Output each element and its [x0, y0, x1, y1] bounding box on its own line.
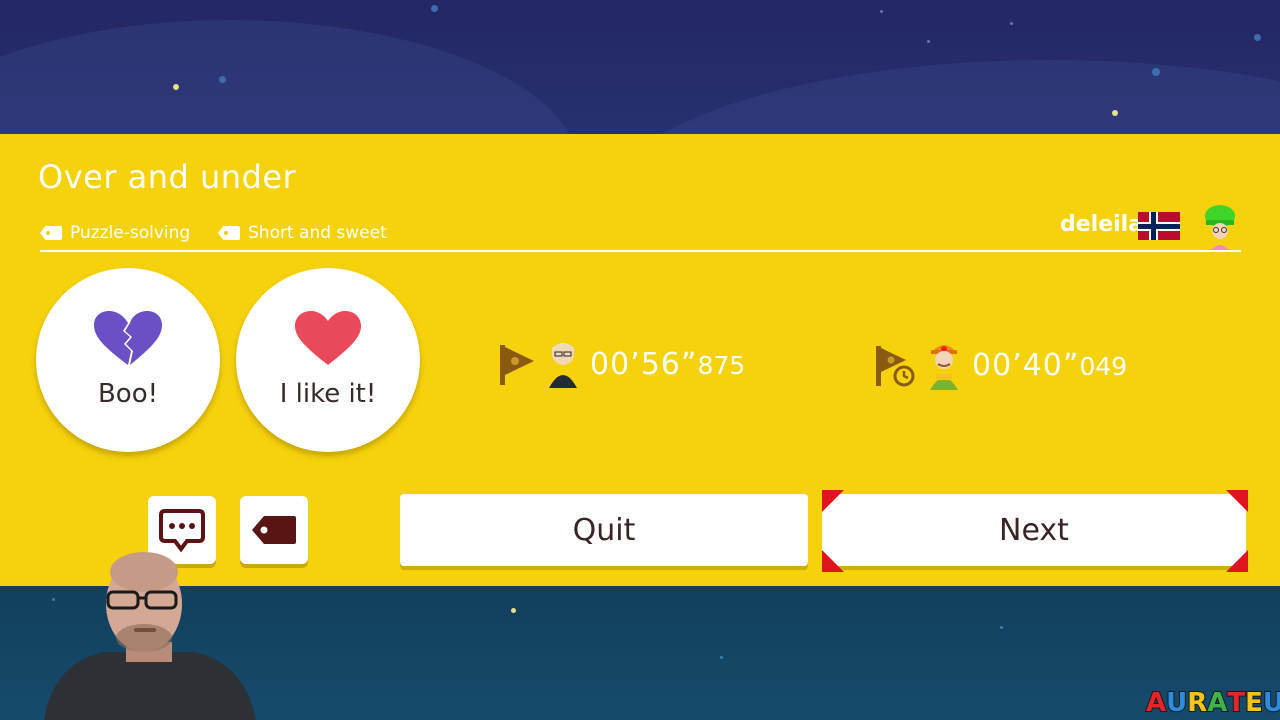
tag-label-icon [252, 516, 296, 544]
creator-avatar[interactable] [1200, 204, 1240, 252]
tag-icon [40, 226, 62, 240]
tag-icon [218, 226, 240, 240]
boo-label: Boo! [97, 379, 159, 409]
broken-heart-icon [94, 311, 162, 365]
logo-letter: T [1226, 687, 1246, 719]
world-record-time: 00’40” [972, 347, 1080, 383]
speech-bubble-icon [159, 509, 205, 553]
clear-time: 00’56” [590, 346, 698, 382]
clear-time-ms: 875 [697, 350, 746, 380]
next-label: Next [999, 512, 1069, 548]
sky-background-top [0, 0, 1280, 134]
record-holder-avatar [930, 345, 958, 390]
channel-logo: A U R A T E U R [1145, 687, 1280, 719]
level-tag: Puzzle-solving [40, 222, 190, 244]
quit-button[interactable]: Quit [400, 494, 808, 566]
webcam-overlay [44, 552, 256, 720]
tag-label: Short and sweet [248, 223, 387, 243]
world-record-time-ms: 049 [1079, 351, 1128, 381]
flag-clock-icon [876, 346, 915, 387]
logo-letter: E [1244, 687, 1264, 719]
clear-record: 00’56”875 [496, 340, 745, 388]
level-title: Over and under [38, 158, 297, 196]
norway-flag-icon [1138, 212, 1180, 240]
world-record: 00’40”049 [872, 340, 1127, 390]
player-avatar [549, 343, 577, 388]
logo-letter: U [1262, 687, 1280, 719]
like-label: I like it! [279, 379, 377, 409]
goal-flag-icon [500, 345, 534, 385]
tag-label: Puzzle-solving [70, 223, 191, 243]
heart-icon [295, 311, 361, 365]
like-button[interactable]: I like it! [236, 268, 420, 452]
title-divider [40, 250, 1241, 252]
creator-name[interactable]: deleila [1060, 212, 1143, 237]
level-tag: Short and sweet [218, 222, 387, 244]
next-button[interactable]: Next [822, 494, 1246, 566]
boo-button[interactable]: Boo! [36, 268, 220, 452]
logo-letter: A [1145, 687, 1167, 719]
logo-letter: U [1165, 687, 1188, 719]
logo-letter: R [1186, 687, 1208, 719]
logo-letter: A [1206, 687, 1228, 719]
